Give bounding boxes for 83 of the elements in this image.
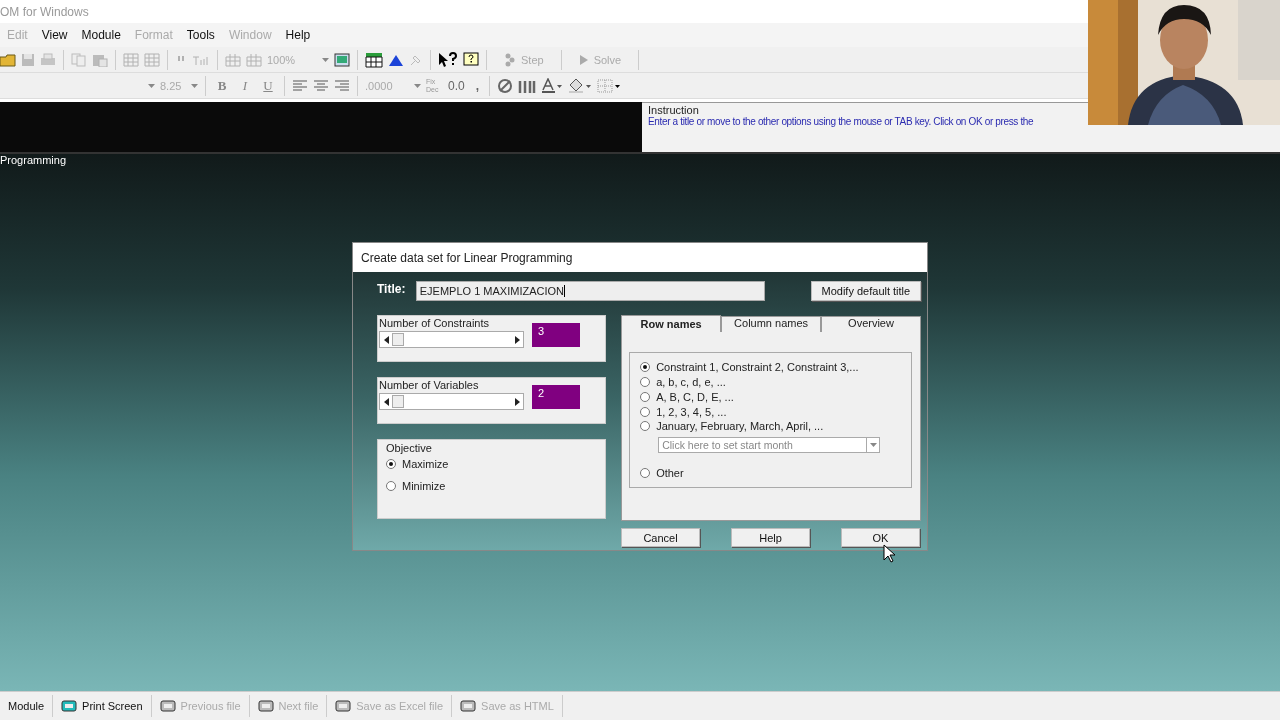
circle-slash-icon[interactable]	[497, 77, 514, 94]
style-button[interactable]: B	[213, 77, 231, 94]
counter-value: 3	[532, 322, 580, 347]
modify-default-title-button[interactable]: Modify default title	[810, 281, 921, 301]
tab[interactable]: Row names	[621, 315, 722, 332]
radio-label: A, B, C, D, E, ...	[656, 390, 734, 403]
instruction-label: Instruction	[648, 104, 700, 116]
decimals-button[interactable]: 0.0	[445, 78, 468, 93]
radio-label: Other	[656, 466, 684, 479]
month-dropdown[interactable]: Click here to set start month	[658, 436, 881, 454]
radio-button[interactable]	[386, 481, 396, 491]
radio-label: a, b, c, d, e, ...	[656, 376, 726, 389]
scroll-thumb[interactable]	[392, 333, 404, 346]
caret-icon	[191, 83, 198, 88]
align-icon[interactable]	[313, 78, 329, 93]
radio-button[interactable]	[640, 406, 651, 417]
counter-label: Number of Constraints	[379, 317, 491, 329]
menu-item[interactable]: Tools	[179, 28, 222, 42]
toolbar-icon	[257, 699, 274, 713]
style-button[interactable]: U	[259, 77, 277, 94]
radio-label: Constraint 1, Constraint 2, Constraint 3,...	[656, 361, 859, 374]
table-icon[interactable]	[365, 51, 383, 68]
help-icon[interactable]	[463, 51, 479, 68]
left-arrow-icon[interactable]	[383, 397, 389, 406]
play-icon	[578, 53, 589, 66]
scroll-bar[interactable]	[379, 393, 524, 410]
toolbar-icon	[460, 699, 477, 713]
title-label: Title:	[377, 282, 407, 296]
radio-button[interactable]	[640, 421, 651, 432]
module-label: Programming	[0, 154, 67, 166]
radio-label: January, February, March, April, ...	[656, 420, 824, 433]
caret-icon	[148, 83, 155, 88]
align-icon[interactable]	[334, 78, 350, 93]
align-icon[interactable]	[292, 78, 308, 93]
toolbar-icon	[335, 699, 352, 713]
radio-label: Minimize	[402, 480, 446, 492]
menu-item[interactable]: Help	[278, 28, 318, 42]
radio-button[interactable]	[386, 459, 396, 469]
zoom-dropdown[interactable]: 100%	[267, 50, 329, 69]
monitor-icon[interactable]	[334, 52, 350, 67]
style-button[interactable]: I	[236, 77, 254, 94]
help-cursor-icon[interactable]	[438, 51, 458, 68]
radio-button[interactable]	[640, 362, 651, 373]
radio-button[interactable]	[640, 377, 651, 388]
scroll-thumb[interactable]	[392, 395, 404, 408]
borders-icon[interactable]	[597, 77, 622, 94]
caret-icon	[869, 442, 877, 447]
number-format-dropdown[interactable]: .0000	[365, 76, 421, 95]
counter-label: Number of Variables	[379, 379, 480, 391]
caret-icon	[322, 57, 329, 62]
comma-button[interactable]: ,	[472, 78, 483, 93]
menu-item[interactable]: View	[34, 28, 75, 42]
toolbar-icon	[61, 699, 78, 713]
status-bar-button[interactable]: Print Screen	[53, 695, 152, 717]
left-arrow-icon[interactable]	[383, 335, 389, 344]
radio-label: 1, 2, 3, 4, 5, ...	[656, 405, 727, 418]
counter-value: 2	[532, 384, 580, 409]
caret-icon	[414, 83, 421, 88]
group-label: Objective	[386, 442, 433, 454]
fill-color-icon[interactable]	[568, 77, 593, 94]
status-bar-button[interactable]: Module	[0, 695, 54, 717]
scroll-bar[interactable]	[379, 331, 524, 348]
toolbar-icon	[159, 699, 176, 713]
radio-label: Maximize	[402, 458, 449, 470]
dialog-button[interactable]: Help	[731, 528, 810, 547]
dialog-button[interactable]: Cancel	[621, 528, 700, 547]
font-color-icon[interactable]	[541, 77, 564, 94]
right-arrow-icon[interactable]	[514, 397, 520, 406]
menu-item[interactable]: Module	[74, 28, 128, 42]
font-size-dropdown[interactable]: 8.25	[160, 76, 198, 95]
tab[interactable]: Overview	[821, 316, 921, 332]
dialog-title: Create data set for Linear Programming	[361, 250, 573, 265]
tab[interactable]: Column names	[721, 316, 822, 332]
folder-icon[interactable]	[0, 52, 16, 67]
dialog-button[interactable]: OK	[841, 528, 920, 547]
right-arrow-icon[interactable]	[514, 335, 520, 344]
mouse-cursor-icon	[883, 544, 895, 563]
window-title: OM for Windows	[0, 4, 89, 19]
dots-icon	[504, 52, 516, 67]
radio-button[interactable]	[640, 391, 651, 402]
radio-button[interactable]	[640, 467, 651, 478]
instruction-text: Enter a title or move to the other options using the mouse or TAB key. Click on OK or press the	[648, 116, 1034, 127]
title-input[interactable]: EJEMPLO 1 MAXIMIZACION	[415, 281, 765, 301]
